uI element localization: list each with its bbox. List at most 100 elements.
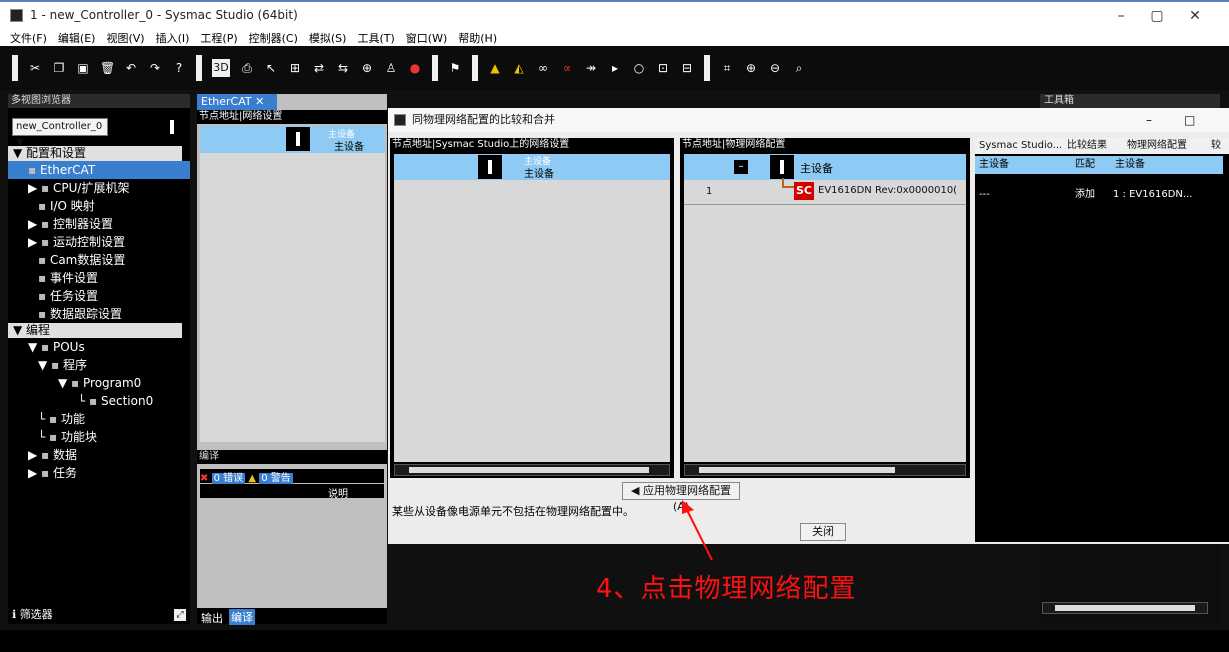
menu-edit[interactable]: 编辑(E) [54, 28, 103, 46]
config-item[interactable]: ▪ Cam数据设置 [8, 251, 190, 269]
delete-icon[interactable]: 🗑 [100, 61, 115, 75]
menu-file[interactable]: 文件(F) [6, 28, 54, 46]
program-item[interactable]: └ ▪ 功能 [8, 410, 190, 428]
master-node[interactable]: 主设备 主设备 [200, 126, 385, 153]
expander-icon[interactable]: └ [78, 394, 89, 408]
menu-insert[interactable]: 插入(I) [152, 28, 197, 46]
arrow-icon[interactable]: ↖ [264, 61, 278, 75]
tab-ethercat[interactable]: EtherCAT ✕ [197, 94, 277, 110]
transfer-icon[interactable]: ⇄ [312, 61, 326, 75]
expand-icon[interactable]: ⤢ [174, 609, 186, 621]
menu-window[interactable]: 窗口(W) [402, 28, 454, 46]
physical-network-canvas[interactable]: 1 SC EV1616DN Rev:0x0000010( [684, 178, 968, 462]
studio-master-row[interactable]: 主设备 主设备 [394, 154, 670, 180]
copy-icon[interactable]: ❐ [52, 61, 66, 75]
config-item[interactable]: ▶ ▪ CPU/扩展机架 [8, 179, 190, 197]
program-item[interactable]: ▼ ▪ 程序 [8, 356, 190, 374]
slave-node-label[interactable]: EV1616DN Rev:0x0000010( [818, 185, 968, 196]
3d-view-icon[interactable]: 3D [212, 59, 230, 77]
expander-icon[interactable]: ▶ [28, 217, 41, 231]
physical-master-row[interactable]: – 主设备 [684, 154, 966, 180]
expander-icon[interactable]: ▼ [58, 376, 71, 390]
filter-bar[interactable]: ℹ 筛选器 ⤢ [8, 606, 190, 624]
config-item[interactable]: ▶ ▪ 控制器设置 [8, 215, 190, 233]
tab-compile[interactable]: 编译 [229, 609, 255, 625]
zoom-out-icon[interactable]: ⊖ [768, 61, 782, 75]
dialog-minimize-button[interactable]: – [1146, 108, 1152, 132]
expander-icon[interactable]: ▼ [38, 358, 51, 372]
comparison-row-master[interactable]: 主设备 匹配 主设备 [975, 156, 1223, 174]
program-item[interactable]: ▼ ▪ Program0 [8, 374, 190, 392]
program-item[interactable]: ▶ ▪ 数据 [8, 446, 190, 464]
unlink-icon[interactable]: ∝ [560, 61, 574, 75]
paste-icon[interactable]: ▣ [76, 61, 90, 75]
node-icon: ▪ [41, 217, 53, 231]
run-icon[interactable]: ▸ [608, 61, 622, 75]
restore-button[interactable]: ▢ [1142, 6, 1172, 26]
program-item[interactable]: ▶ ▪ 任务 [8, 464, 190, 482]
section-program[interactable]: ▼ 编程 [8, 323, 182, 338]
comparison-row-node[interactable]: --- 添加 1 : EV1616DN... [975, 186, 1223, 204]
dialog-maximize-button[interactable]: □ [1184, 108, 1195, 132]
controller-select[interactable]: new_Controller_0 ▼ [12, 118, 108, 148]
offline-icon[interactable]: ⊟ [680, 61, 694, 75]
collapse-icon[interactable]: – [734, 160, 748, 174]
menu-simulation[interactable]: 模拟(S) [305, 28, 354, 46]
warning-count[interactable]: 0 警告 [259, 473, 293, 484]
dialog-close-button[interactable]: 关闭 [800, 523, 846, 541]
diagram-icon[interactable]: ⊞ [288, 61, 302, 75]
print-icon[interactable]: ⎙ [240, 61, 254, 75]
config-item[interactable]: ▪ 任务设置 [8, 287, 190, 305]
menu-help[interactable]: 帮助(H) [454, 28, 504, 46]
link-icon[interactable]: ∞ [536, 61, 550, 75]
expander-icon[interactable]: ▶ [28, 181, 41, 195]
config-item[interactable]: ▪ 事件设置 [8, 269, 190, 287]
menu-tools[interactable]: 工具(T) [353, 28, 401, 46]
warning-off-icon[interactable]: ◭ [512, 61, 526, 75]
minimize-button[interactable]: – [1106, 6, 1136, 26]
config-item[interactable]: ▪ EtherCAT [8, 161, 190, 179]
toolbox-scrollbar[interactable] [1042, 602, 1208, 614]
find-icon[interactable]: ♙ [384, 61, 398, 75]
reset-icon[interactable]: ○ [632, 61, 646, 75]
step-icon[interactable]: ↠ [584, 61, 598, 75]
studio-network-canvas[interactable] [394, 180, 670, 462]
expander-icon[interactable]: └ [38, 430, 49, 444]
fit-icon[interactable]: ⌗ [720, 61, 734, 75]
section-config[interactable]: ▼ 配置和设置 [8, 146, 182, 161]
program-item[interactable]: ▼ ▪ POUs [8, 338, 190, 356]
network-canvas[interactable] [200, 152, 385, 442]
menu-controller[interactable]: 控制器(C) [245, 28, 305, 46]
help-icon[interactable]: ? [172, 61, 186, 75]
online-icon[interactable]: ⊡ [656, 61, 670, 75]
program-item[interactable]: └ ▪ Section0 [8, 392, 190, 410]
expander-icon[interactable]: └ [38, 412, 49, 426]
redo-icon[interactable]: ↷ [148, 61, 162, 75]
expander-icon[interactable]: ▶ [28, 448, 41, 462]
close-button[interactable]: ✕ [1180, 6, 1210, 26]
tab-output[interactable]: 输出 [201, 610, 223, 626]
error-count[interactable]: 0 错误 [211, 473, 246, 484]
undo-icon[interactable]: ↶ [124, 61, 138, 75]
program-item[interactable]: └ ▪ 功能块 [8, 428, 190, 446]
warning-icon[interactable]: ▲ [488, 61, 502, 75]
expander-icon[interactable]: ▶ [28, 466, 41, 480]
stop-icon[interactable]: ● [408, 61, 422, 75]
search-icon[interactable]: ⌕ [792, 61, 806, 75]
close-tab-icon[interactable]: ✕ [255, 95, 264, 108]
expander-icon[interactable]: ▶ [28, 235, 41, 249]
network-icon[interactable]: ⊕ [360, 61, 374, 75]
config-item[interactable]: ▪ 数据跟踪设置 [8, 305, 190, 323]
config-item-label: 数据跟踪设置 [49, 307, 122, 321]
menu-view[interactable]: 视图(V) [102, 28, 151, 46]
expander-icon[interactable]: ▼ [28, 340, 41, 354]
monitor-icon[interactable]: ⚑ [448, 61, 462, 75]
menu-project[interactable]: 工程(P) [196, 28, 244, 46]
config-item[interactable]: ▶ ▪ 运动控制设置 [8, 233, 190, 251]
physical-scrollbar[interactable] [684, 464, 966, 476]
zoom-in-icon[interactable]: ⊕ [744, 61, 758, 75]
cut-icon[interactable]: ✂ [28, 61, 42, 75]
config-item[interactable]: ▪ I/O 映射 [8, 197, 190, 215]
studio-scrollbar[interactable] [394, 464, 670, 476]
compare-icon[interactable]: ⇆ [336, 61, 350, 75]
